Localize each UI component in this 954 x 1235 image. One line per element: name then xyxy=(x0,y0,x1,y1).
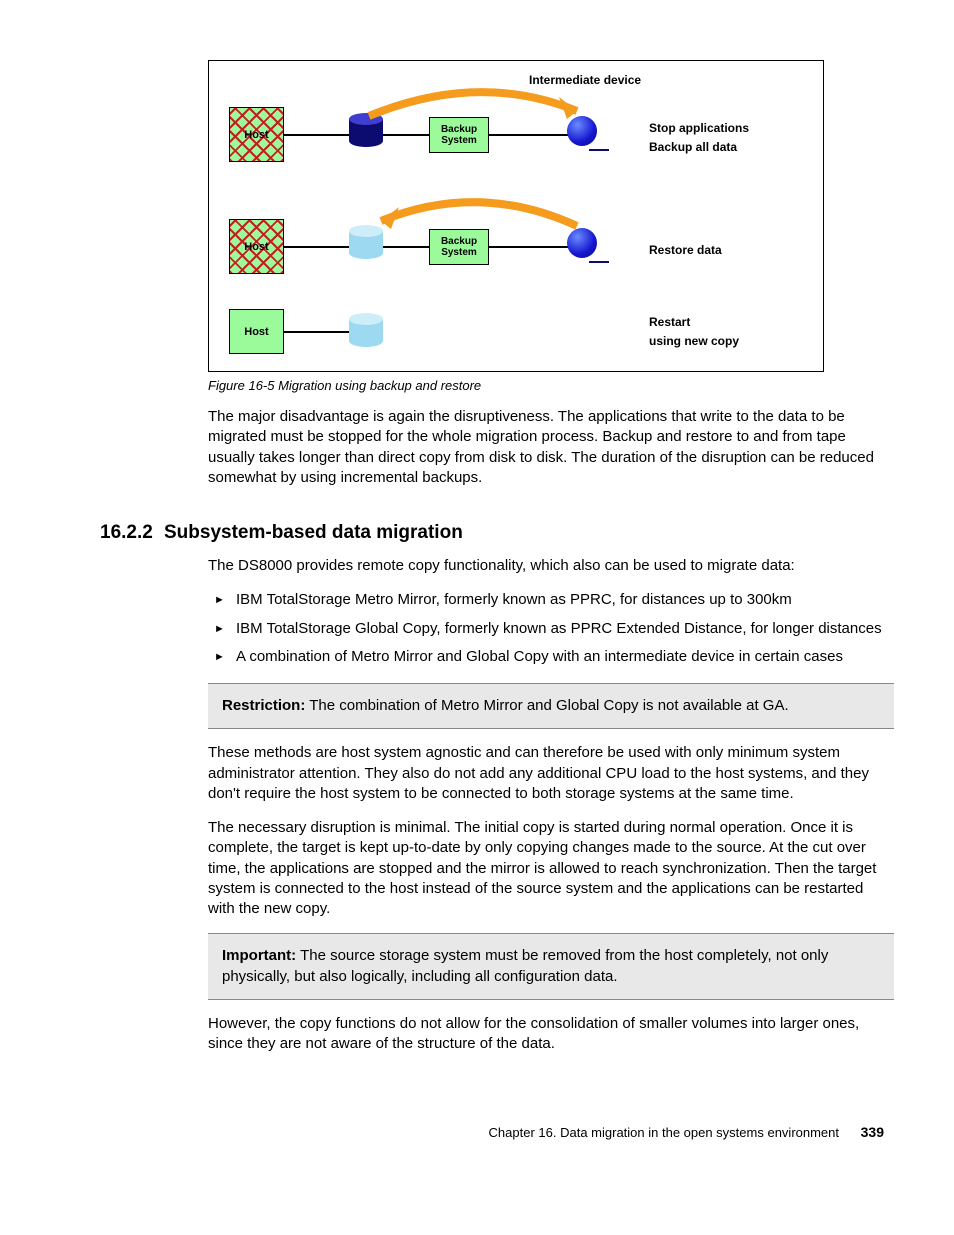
backup-label-1: Backup System xyxy=(430,124,488,146)
cylinder-dark-icon xyxy=(349,113,383,147)
figure-caption: Figure 16-5 Migration using backup and r… xyxy=(208,378,894,393)
underline-icon xyxy=(589,261,609,263)
stop-apps-text: Stop applications xyxy=(649,121,749,135)
section-title: Subsystem-based data migration xyxy=(164,522,463,543)
footer-chapter: Chapter 16. Data migration in the open s… xyxy=(489,1125,839,1140)
list-item: A combination of Metro Mirror and Global… xyxy=(232,647,894,667)
important-box: Important: The source storage system mus… xyxy=(208,933,894,1000)
underline-icon xyxy=(589,149,609,151)
section-number: 16.2.2 xyxy=(100,522,164,544)
figure-16-5: Intermediate device Host Backup System S… xyxy=(208,60,894,393)
important-text: The source storage system must be remove… xyxy=(222,947,828,984)
backup-system-box-2: Backup System xyxy=(429,229,489,265)
connector-line xyxy=(489,134,569,136)
bullet-list: IBM TotalStorage Metro Mirror, formerly … xyxy=(208,590,894,667)
connector-line xyxy=(383,134,429,136)
connector-line xyxy=(489,246,569,248)
cylinder-light-icon xyxy=(349,313,383,347)
new-copy-text: using new copy xyxy=(649,334,739,348)
host-label-3: Host xyxy=(244,326,268,338)
paragraph-agnostic: These methods are host system agnostic a… xyxy=(208,743,894,804)
intermediate-device-label: Intermediate device xyxy=(529,73,641,87)
host-box-3: Host xyxy=(229,309,284,354)
paragraph-consolidation: However, the copy functions do not allow… xyxy=(208,1014,894,1055)
footer-page-number: 339 xyxy=(861,1124,884,1140)
backup-data-text: Backup all data xyxy=(649,140,737,154)
row2-side-text: Restore data xyxy=(649,241,722,260)
host-label-2: Host xyxy=(244,241,268,253)
list-item: IBM TotalStorage Metro Mirror, formerly … xyxy=(232,590,894,610)
row3-side-text: Restart using new copy xyxy=(649,313,739,351)
backup-label-2: Backup System xyxy=(430,236,488,258)
paragraph-intro: The DS8000 provides remote copy function… xyxy=(208,556,894,576)
paragraph-disruption: The necessary disruption is minimal. The… xyxy=(208,818,894,919)
host-box-2: Host xyxy=(229,219,284,274)
connector-line xyxy=(383,246,429,248)
cylinder-light-icon xyxy=(349,225,383,259)
restriction-label: Restriction: xyxy=(222,697,305,714)
restart-text: Restart xyxy=(649,315,690,329)
connector-line xyxy=(284,246,350,248)
list-item: IBM TotalStorage Global Copy, formerly k… xyxy=(232,619,894,639)
row1-side-text: Stop applications Backup all data xyxy=(649,119,749,157)
restriction-box: Restriction: The combination of Metro Mi… xyxy=(208,683,894,729)
restriction-text: The combination of Metro Mirror and Glob… xyxy=(305,697,788,714)
host-label-1: Host xyxy=(244,129,268,141)
figure-box: Intermediate device Host Backup System S… xyxy=(208,60,824,372)
connector-line xyxy=(284,331,350,333)
page-footer: Chapter 16. Data migration in the open s… xyxy=(100,1124,894,1140)
paragraph-disadvantage: The major disadvantage is again the disr… xyxy=(208,407,894,488)
important-label: Important: xyxy=(222,947,296,964)
tape-sphere-icon xyxy=(567,228,597,258)
connector-line xyxy=(284,134,350,136)
backup-system-box-1: Backup System xyxy=(429,117,489,153)
section-heading: 16.2.2Subsystem-based data migration xyxy=(100,522,894,544)
host-box-1: Host xyxy=(229,107,284,162)
tape-sphere-icon xyxy=(567,116,597,146)
